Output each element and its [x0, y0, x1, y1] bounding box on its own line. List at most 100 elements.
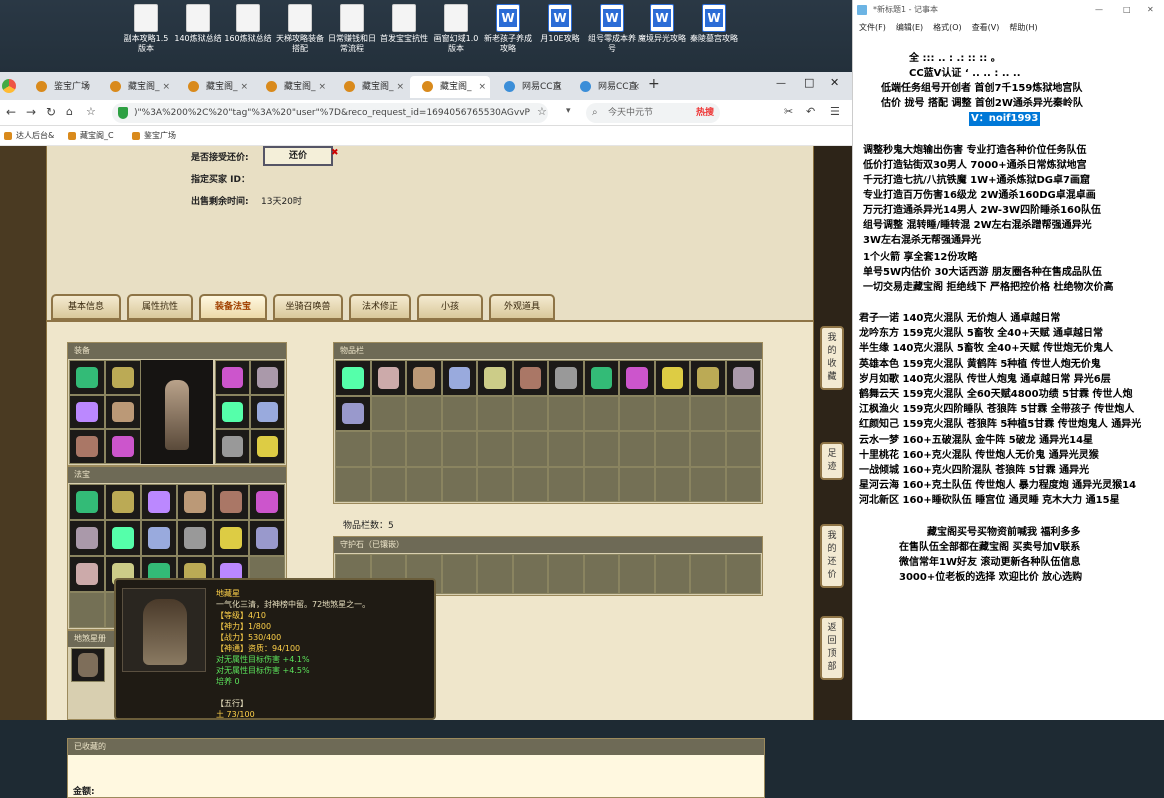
- desktop-icon[interactable]: 组号零成本养号: [586, 4, 638, 70]
- equipment-slot[interactable]: [105, 429, 141, 464]
- desktop-icon[interactable]: 首发宝宝抗性: [378, 4, 430, 70]
- inventory-slot[interactable]: [441, 395, 477, 431]
- equipment-slot[interactable]: [69, 394, 105, 430]
- inventory-slot[interactable]: [370, 431, 406, 467]
- tab-close-icon[interactable]: ×: [478, 76, 486, 98]
- notepad-menu-item[interactable]: 帮助(H): [1009, 23, 1037, 32]
- notepad-maximize-button[interactable]: □: [1123, 0, 1131, 20]
- treasure-slot[interactable]: [69, 520, 105, 556]
- cut-icon[interactable]: ✂: [784, 105, 793, 118]
- notepad-menu-item[interactable]: 查看(V): [972, 23, 1000, 32]
- equipment-slot[interactable]: [215, 394, 250, 430]
- treasure-slot[interactable]: [141, 484, 177, 520]
- reload-icon[interactable]: ↻: [46, 105, 56, 119]
- treasure-slot[interactable]: [177, 520, 213, 556]
- inventory-slot[interactable]: [725, 466, 761, 502]
- search-box[interactable]: ⌕ 今天中元节 热搜: [586, 103, 720, 123]
- side-button[interactable]: 我的还价: [820, 524, 844, 588]
- equipment-slot[interactable]: [215, 360, 250, 395]
- browser-logo-icon[interactable]: [2, 79, 16, 93]
- inventory-slot[interactable]: [690, 395, 726, 431]
- notepad-menu-item[interactable]: 文件(F): [859, 23, 886, 32]
- game-tab[interactable]: 法术修正: [349, 294, 411, 320]
- inventory-slot[interactable]: [477, 395, 513, 431]
- bookmark-item[interactable]: 鉴宝广场: [132, 126, 176, 146]
- side-button[interactable]: 我的收藏: [820, 326, 844, 390]
- browser-tab[interactable]: 藏宝阁_ ×: [410, 76, 490, 98]
- inventory-slot[interactable]: [370, 466, 406, 502]
- equipment-slot[interactable]: [105, 394, 141, 430]
- hot-search-label[interactable]: 热搜: [696, 103, 714, 123]
- inventory-slot[interactable]: [477, 360, 513, 396]
- notepad-close-button[interactable]: ✕: [1147, 0, 1154, 20]
- browser-tab[interactable]: 网易CC直 ×: [568, 76, 644, 98]
- menu-icon[interactable]: ☰: [830, 105, 840, 118]
- treasure-slot[interactable]: [249, 484, 285, 520]
- treasure-slot[interactable]: [105, 520, 141, 556]
- equipment-slot[interactable]: [69, 360, 105, 395]
- inventory-slot[interactable]: [690, 431, 726, 467]
- inventory-slot[interactable]: [335, 431, 371, 467]
- equipment-slot[interactable]: [250, 394, 285, 430]
- browser-tab[interactable]: 藏宝阁_ ×: [98, 76, 174, 98]
- browser-tab[interactable]: 藏宝阁_ ×: [254, 76, 330, 98]
- inventory-slot[interactable]: [370, 395, 406, 431]
- treasure-slot[interactable]: [141, 520, 177, 556]
- guard-stone-slot[interactable]: [512, 554, 548, 594]
- minimize-button[interactable]: —: [776, 78, 786, 89]
- game-tab[interactable]: 装备法宝: [199, 294, 267, 320]
- treasure-slot[interactable]: [177, 484, 213, 520]
- side-button[interactable]: 返回顶部: [820, 616, 844, 680]
- inventory-slot[interactable]: [619, 431, 655, 467]
- treasure-slot[interactable]: [69, 556, 105, 592]
- equipment-slot[interactable]: [215, 429, 250, 464]
- counteroffer-button[interactable]: 还价: [263, 146, 333, 166]
- tab-close-icon[interactable]: ×: [162, 76, 170, 98]
- equipment-slot[interactable]: [250, 429, 285, 464]
- treasure-slot[interactable]: [69, 484, 105, 520]
- star-item-slot[interactable]: [71, 648, 105, 682]
- guard-stone-slot[interactable]: [725, 554, 761, 594]
- forward-icon[interactable]: →: [26, 105, 36, 119]
- tab-close-icon[interactable]: ×: [396, 76, 404, 98]
- inventory-slot[interactable]: [441, 431, 477, 467]
- notepad-minimize-button[interactable]: —: [1095, 0, 1103, 20]
- desktop-icon[interactable]: 副本攻略1.5版本: [120, 4, 172, 70]
- game-tab[interactable]: 属性抗性: [127, 294, 193, 320]
- inventory-slot[interactable]: [406, 431, 442, 467]
- desktop-icon[interactable]: 秦陵墓宫攻略: [688, 4, 740, 70]
- close-window-button[interactable]: ✕: [830, 76, 839, 89]
- inventory-slot[interactable]: [690, 360, 726, 396]
- desktop-icon[interactable]: 画窗幻域1.0版本: [430, 4, 482, 70]
- inventory-slot[interactable]: [619, 395, 655, 431]
- inventory-slot[interactable]: [477, 431, 513, 467]
- desktop-icon[interactable]: 月10E攻略: [534, 4, 586, 70]
- inventory-slot[interactable]: [583, 431, 619, 467]
- tab-close-icon[interactable]: ×: [632, 76, 640, 98]
- desktop-icon[interactable]: 140炼狱总结: [172, 4, 224, 70]
- inventory-slot[interactable]: [406, 395, 442, 431]
- url-field[interactable]: )"%3A%200%2C%20"tag"%3A%20"user"%7D&reco…: [112, 103, 548, 123]
- inventory-slot[interactable]: [619, 466, 655, 502]
- equipment-slot[interactable]: [105, 360, 141, 395]
- inventory-slot[interactable]: [335, 360, 371, 396]
- tab-close-icon[interactable]: ×: [554, 76, 562, 98]
- inventory-slot[interactable]: [548, 360, 584, 396]
- inventory-slot[interactable]: [583, 360, 619, 396]
- desktop-icon[interactable]: 天梯攻略装备搭配: [274, 4, 326, 70]
- guard-stone-slot[interactable]: [654, 554, 690, 594]
- treasure-slot[interactable]: [69, 592, 105, 628]
- browser-tab[interactable]: 藏宝阁_ ×: [176, 76, 252, 98]
- notepad-menu-item[interactable]: 格式(O): [933, 23, 962, 32]
- inventory-slot[interactable]: [441, 466, 477, 502]
- bookmark-item[interactable]: 藏宝阁_C: [68, 126, 114, 146]
- inventory-slot[interactable]: [406, 466, 442, 502]
- browser-tab[interactable]: 网易CC直 ×: [492, 76, 566, 98]
- maximize-button[interactable]: □: [804, 76, 814, 89]
- inventory-slot[interactable]: [335, 466, 371, 502]
- equipment-slot[interactable]: [69, 429, 105, 464]
- new-tab-button[interactable]: +: [648, 76, 660, 92]
- dropdown-icon[interactable]: ▾: [566, 106, 571, 116]
- inventory-slot[interactable]: [548, 395, 584, 431]
- equipment-slot[interactable]: [250, 360, 285, 395]
